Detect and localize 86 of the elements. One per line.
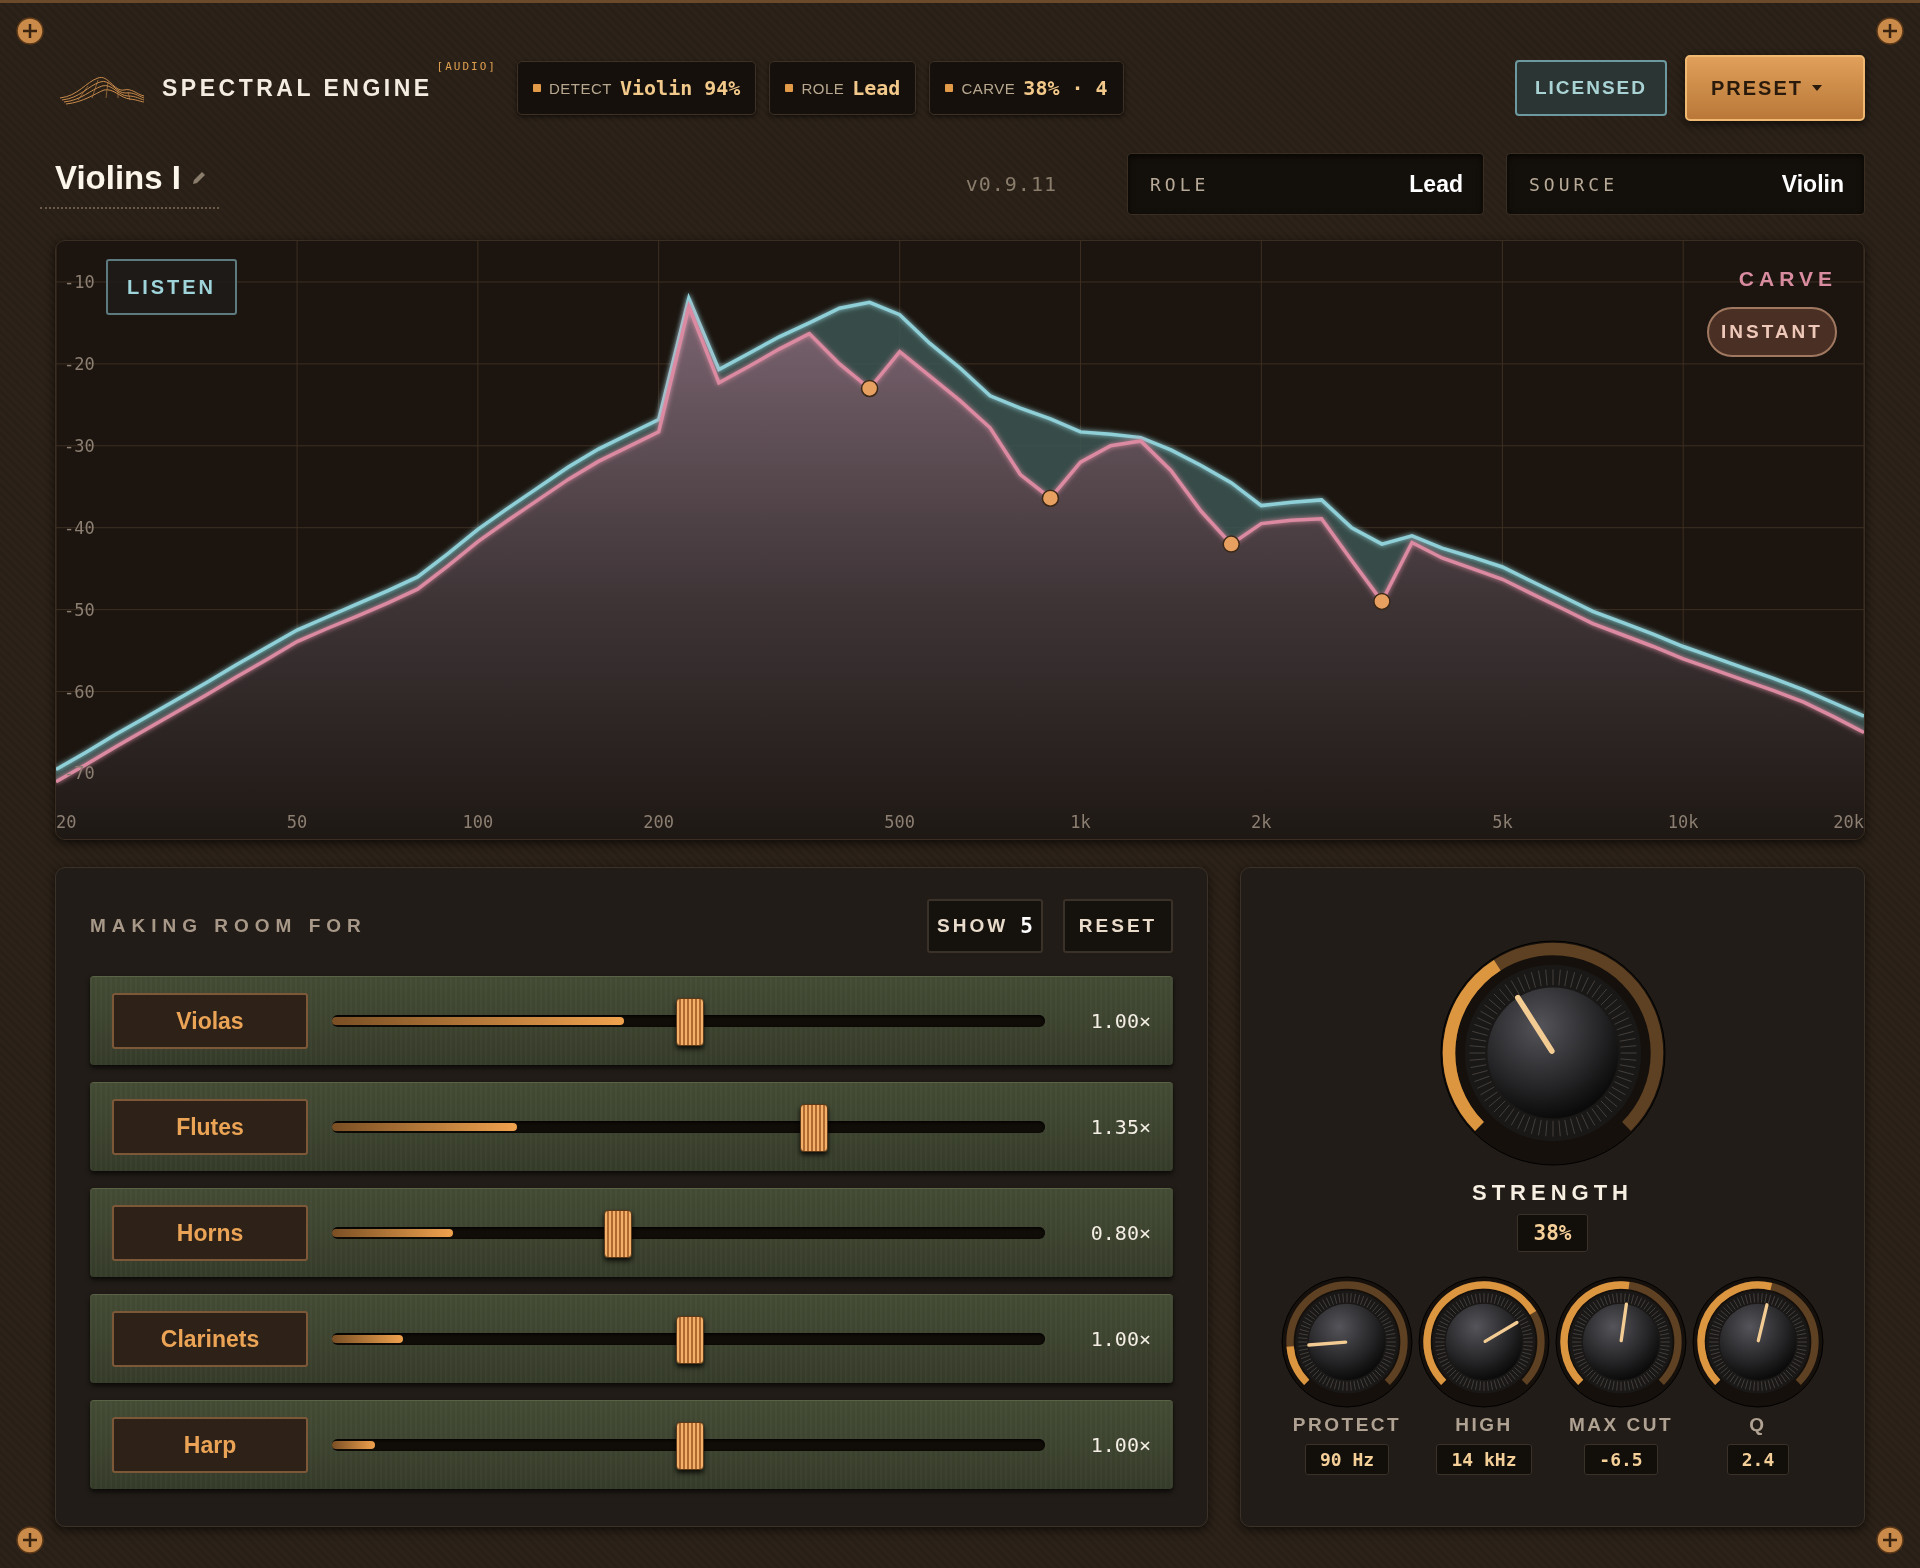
slider-track[interactable] (332, 1103, 1045, 1151)
instrument-button[interactable]: Flutes (112, 1099, 308, 1155)
x-axis-label: 200 (643, 812, 675, 832)
carve-mode-button[interactable]: INSTANT (1707, 307, 1837, 357)
slider-reading: 0.80× (1089, 1221, 1151, 1245)
app-tag: [AUDIO] (436, 60, 497, 73)
slider-thumb[interactable] (675, 998, 704, 1046)
knob[interactable] (1281, 1276, 1413, 1408)
y-axis-label: -50 (64, 599, 95, 620)
pill-label: CARVE (961, 79, 1016, 97)
selector-field[interactable]: ROLE Lead (1127, 153, 1484, 215)
notch-marker[interactable] (1373, 592, 1391, 611)
app-title: SPECTRAL ENGINE (162, 74, 433, 102)
knob-value: 14 kHz (1436, 1444, 1532, 1475)
slider-track[interactable] (332, 997, 1045, 1045)
instrument-button[interactable]: Violas (112, 993, 308, 1049)
slider-thumb[interactable] (675, 1422, 704, 1470)
pill-value: 38% · 4 (1023, 76, 1108, 100)
strength-knob[interactable] (1439, 940, 1666, 1166)
knob-value: 90 Hz (1304, 1444, 1390, 1475)
instrument-button[interactable]: Clarinets (112, 1311, 308, 1367)
listen-button[interactable]: LISTEN (106, 259, 237, 315)
slider-track[interactable] (332, 1209, 1045, 1257)
y-axis-label: -10 (64, 271, 95, 292)
pill-value: Lead (852, 76, 901, 100)
slider-reading: 1.00× (1089, 1433, 1151, 1457)
knob-value: -6.5 (1584, 1444, 1658, 1475)
notch-marker[interactable] (1041, 489, 1060, 507)
instrument-button[interactable]: Harp (112, 1417, 308, 1473)
x-axis-label: 20 (56, 812, 77, 832)
x-axis-label: 1k (1070, 812, 1091, 832)
x-axis-label: 5k (1492, 812, 1513, 832)
preset-button[interactable]: PRESET (1685, 55, 1865, 121)
track-name[interactable]: Violins I (55, 159, 181, 197)
pencil-icon[interactable] (190, 170, 207, 186)
x-axis-label: 50 (286, 812, 308, 832)
field-label: SOURCE (1529, 173, 1619, 195)
slider-thumb[interactable] (675, 1316, 704, 1364)
show-button[interactable]: SHOW 5 (927, 899, 1043, 953)
field-value: Violin (1781, 170, 1844, 198)
y-axis-label: -70 (64, 763, 95, 784)
knob[interactable] (1418, 1276, 1550, 1408)
x-axis-label: 20k (1833, 812, 1864, 832)
y-axis-label: -60 (64, 681, 95, 702)
knob-label: STRENGTH (1472, 1180, 1633, 1206)
selector-field[interactable]: SOURCE Violin (1506, 153, 1865, 215)
x-axis-label: 500 (884, 812, 916, 832)
slider-track[interactable] (332, 1315, 1045, 1363)
knob-label: PROTECT (1292, 1414, 1402, 1436)
version-label: v0.9.11 (965, 172, 1057, 196)
knob-value: 38% (1516, 1214, 1589, 1252)
y-axis-label: -30 (64, 435, 95, 456)
y-axis-label: -40 (64, 517, 95, 538)
screw-icon (16, 17, 44, 45)
knob-value: 2.4 (1726, 1444, 1790, 1475)
screw-icon (1876, 1526, 1904, 1554)
pill-label: ROLE (801, 79, 845, 97)
notch-marker[interactable] (1222, 535, 1240, 553)
slider-reading: 1.35× (1089, 1115, 1151, 1139)
x-axis-label: 10k (1667, 812, 1699, 832)
knob-label: Q (1749, 1414, 1767, 1436)
knob-label: MAX CUT (1568, 1414, 1674, 1436)
reset-button[interactable]: RESET (1063, 899, 1173, 953)
slider-track[interactable] (332, 1421, 1045, 1469)
screw-icon (16, 1526, 44, 1554)
pill-label: DETECT (548, 79, 612, 97)
slider-thumb[interactable] (604, 1210, 633, 1258)
caret-icon (1811, 84, 1824, 92)
knob-label: HIGH (1455, 1414, 1513, 1436)
field-value: Lead (1409, 170, 1463, 198)
x-axis-label: 100 (462, 812, 494, 832)
notch-marker[interactable] (860, 379, 879, 398)
field-label: ROLE (1150, 173, 1210, 195)
slider-reading: 1.00× (1089, 1327, 1151, 1351)
x-axis-label: 2k (1251, 812, 1272, 832)
pill-value: Violin 94% (619, 76, 741, 100)
knob[interactable] (1555, 1276, 1687, 1408)
screw-icon (1876, 17, 1904, 45)
slider-thumb[interactable] (800, 1104, 829, 1152)
panel-title: MAKING ROOM FOR (90, 915, 367, 937)
y-axis-label: -20 (64, 353, 95, 374)
instrument-button[interactable]: Horns (112, 1205, 308, 1261)
carve-label: CARVE (1738, 267, 1837, 291)
knob[interactable] (1692, 1276, 1824, 1408)
licensed-button[interactable]: LICENSED (1514, 60, 1667, 116)
slider-reading: 1.00× (1089, 1009, 1151, 1033)
